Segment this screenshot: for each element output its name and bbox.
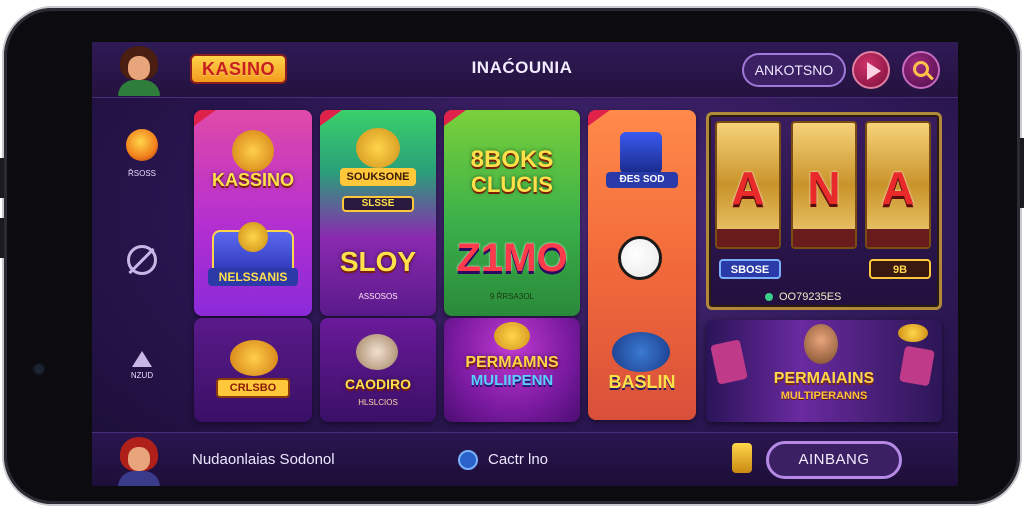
slot-bet-display[interactable]: SBOSE xyxy=(719,259,781,279)
card-subtitle: ASSOSOS xyxy=(358,292,398,301)
brand-logo[interactable]: KASINO xyxy=(190,54,288,84)
game-card-sloy[interactable]: SOUKSONE SLSSE SLOY ASSOSOS xyxy=(320,110,436,316)
slot-machine[interactable]: A N A SBOSE 9B OO79235ES xyxy=(706,112,942,310)
sidebar-item-label: ŘSOSS xyxy=(127,169,156,178)
card-title: CAODIRO xyxy=(344,376,412,392)
volume-button xyxy=(0,218,4,258)
card-title: CLUCIS xyxy=(471,172,553,197)
triangle-icon xyxy=(132,351,152,367)
app-screen: KASINO INAĆOUNIA ANKOTSNO ŘSOSS NZUD KAS… xyxy=(92,42,958,486)
card-badge: NELSSANIS xyxy=(208,268,298,286)
card-subtitle: HLSLCIOS xyxy=(358,398,398,407)
camera-icon xyxy=(34,364,44,374)
card-title: PERMAMNS xyxy=(465,354,559,371)
contact-link[interactable]: Cactr lno xyxy=(488,451,548,468)
card-pill: CRLSBO xyxy=(216,378,290,398)
promo-title: PERMAIAINS xyxy=(773,370,875,387)
footer-message: Nudaonlaias Sodonol xyxy=(192,451,335,468)
card-label: SOUKSONE xyxy=(340,168,416,186)
phone-frame: KASINO INAĆOUNIA ANKOTSNO ŘSOSS NZUD KAS… xyxy=(0,8,1024,504)
game-card-caodiro[interactable]: CAODIRO HLSLCIOS xyxy=(320,318,436,422)
card-label: ĐES SOD xyxy=(606,172,678,188)
page-title: INAĆOUNIA xyxy=(471,58,573,77)
promo-subtitle: MULTIPERANNS xyxy=(780,390,868,402)
sidebar-item-label: NZUD xyxy=(130,371,154,380)
play-button[interactable] xyxy=(852,51,890,89)
reel-symbol: A xyxy=(731,162,765,214)
search-button[interactable] xyxy=(902,51,940,89)
card-title: 8BOKS xyxy=(470,146,554,173)
bottom-bar: Nudaonlaias Sodonol Cactr lno AINBANG xyxy=(92,432,958,486)
card-title: SLOY xyxy=(339,246,417,277)
top-bar: KASINO INAĆOUNIA ANKOTSNO xyxy=(92,42,958,98)
card-subtitle: MULIIPENN xyxy=(470,372,554,389)
shield-icon xyxy=(127,245,157,275)
promo-character xyxy=(804,324,838,364)
card-title: BASLIN xyxy=(608,372,676,392)
game-card-crlsbo[interactable]: CRLSBO xyxy=(194,318,312,422)
account-button[interactable]: ANKOTSNO xyxy=(742,53,846,87)
avatar[interactable] xyxy=(114,44,164,96)
coins-icon xyxy=(732,443,752,473)
volume-button xyxy=(0,158,4,198)
card-pill: SLSSE xyxy=(342,196,414,212)
chat-icon[interactable] xyxy=(458,450,478,470)
slot-footer-code: OO79235ES xyxy=(779,291,842,303)
reel-symbol: A xyxy=(881,162,915,214)
game-card-permamns[interactable]: PERMAMNS MULIIPENN xyxy=(444,318,580,422)
card-number: Z1MO xyxy=(456,236,568,280)
reel-symbol: N xyxy=(807,162,841,214)
avatar[interactable] xyxy=(114,435,164,486)
sidebar: ŘSOSS NZUD xyxy=(92,99,188,429)
slot-win-display[interactable]: 9B xyxy=(869,259,931,279)
power-button xyxy=(1020,138,1024,208)
card-title: KASSINO xyxy=(211,170,294,190)
status-dot-icon xyxy=(765,293,773,301)
slot-reel: A xyxy=(865,121,931,249)
play-icon xyxy=(867,62,881,80)
game-card-basiln[interactable]: ĐES SOD BASLIN xyxy=(588,110,696,420)
game-card-kassino[interactable]: KASSINO NELSSANIS xyxy=(194,110,312,316)
cta-button[interactable]: AINBANG xyxy=(766,441,902,479)
card-subtitle: 9 ŘRSA3OL xyxy=(489,292,535,301)
slot-reel: A xyxy=(715,121,781,249)
promo-banner[interactable]: PERMAIAINS MULTIPERANNS xyxy=(706,320,942,422)
game-card-clucis[interactable]: 8BOKS CLUCIS Z1MO 9 ŘRSA3OL xyxy=(444,110,580,316)
flame-icon xyxy=(126,129,158,161)
slot-reel: N xyxy=(791,121,857,249)
